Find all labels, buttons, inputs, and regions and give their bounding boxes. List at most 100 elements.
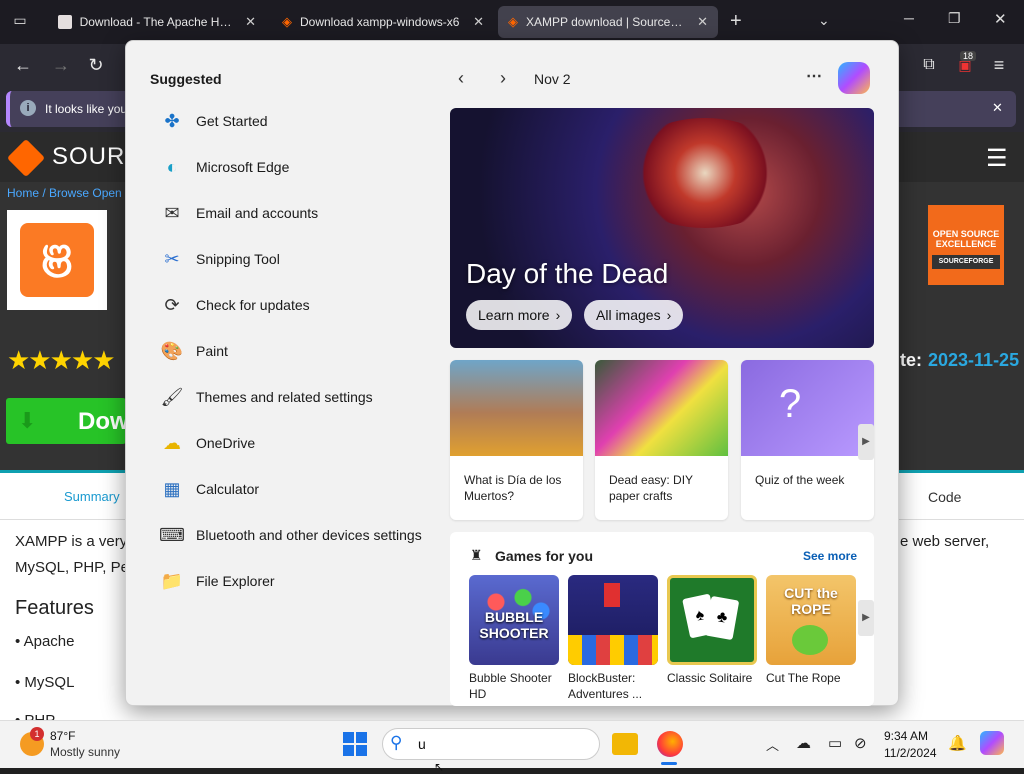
card-dia-de-los-muertos[interactable]: What is Día de los Muertos? — [450, 360, 583, 520]
extensions-icon[interactable]: ⧉ — [916, 52, 942, 78]
block-shape — [604, 583, 620, 607]
card-image — [595, 360, 728, 456]
paint-icon: 🎨 — [160, 340, 184, 361]
clock-time[interactable]: 9:34 AM — [884, 729, 928, 743]
clock-date[interactable]: 11/2/2024 — [884, 746, 937, 760]
weather-desc[interactable]: Mostly sunny — [50, 745, 120, 759]
page-icon — [58, 15, 72, 29]
tab-apache[interactable]: Download - The Apache HTTP ✕ — [48, 6, 266, 38]
sombrero-shape — [620, 118, 790, 228]
suggested-heading: Suggested — [150, 71, 222, 87]
project-logo: ଞ — [7, 210, 107, 310]
mail-icon: ✉ — [164, 202, 180, 223]
carousel-next-icon[interactable]: ▶ — [858, 424, 874, 460]
search-input[interactable]: u — [418, 736, 426, 752]
card-quiz[interactable]: ? Quiz of the week — [741, 360, 874, 520]
tab-sourceforge-active[interactable]: ◈ XAMPP download | SourceForg ✕ — [498, 6, 718, 38]
forward-icon[interactable]: → — [48, 52, 74, 78]
download-button[interactable]: ⬇ Dow — [6, 398, 129, 444]
edge-icon: ◐ — [166, 156, 178, 177]
suggested-bluetooth[interactable]: ⌨ Bluetooth and other devices settings — [159, 517, 422, 553]
download-icon: ⬇ — [18, 408, 37, 433]
suggested-file-explorer[interactable]: 📁 File Explorer — [160, 563, 275, 599]
search-icon: ⚲ — [390, 733, 403, 752]
close-window-icon[interactable]: ✕ — [994, 10, 1007, 28]
suggested-check-updates[interactable]: ⟳ Check for updates — [160, 287, 309, 323]
game-bubble-shooter[interactable]: BUBBLE SHOOTER — [469, 575, 559, 665]
xampp-logo-icon: ଞ — [20, 223, 94, 297]
close-tab-icon[interactable]: ✕ — [697, 14, 708, 30]
description-text-right: e web server, — [900, 533, 990, 550]
weather-temp[interactable]: 87°F — [50, 729, 75, 743]
breadcrumb[interactable]: Home / Browse Open S — [7, 186, 133, 200]
last-update-label: te: — [900, 350, 922, 370]
tab-xampp-download[interactable]: ◈ Download xampp-windows-x6 ✕ — [272, 6, 494, 38]
suggested-edge[interactable]: ◐ Microsoft Edge — [160, 149, 290, 185]
notification-bell-icon[interactable]: 🔔 — [948, 734, 967, 752]
chevron-right-icon[interactable]: › — [500, 68, 506, 89]
chevron-down-icon[interactable]: ⌄ — [818, 12, 830, 29]
minimize-icon[interactable]: ─ — [904, 10, 914, 26]
weather-alert-badge: 1 — [30, 727, 44, 741]
restore-icon[interactable]: ❐ — [948, 10, 961, 27]
windows-start-icon[interactable] — [343, 732, 367, 756]
firefox-taskbar-icon[interactable] — [657, 731, 683, 757]
chevron-up-icon[interactable]: ︿ — [766, 735, 779, 754]
menu-icon[interactable]: ≡ — [986, 52, 1012, 78]
display-icon[interactable]: ▭ — [828, 734, 842, 752]
devices-icon: ⌨ — [159, 524, 185, 545]
file-explorer-taskbar-icon[interactable] — [612, 733, 638, 755]
game-blockbuster[interactable] — [568, 575, 658, 665]
all-images-button[interactable]: All images › — [584, 300, 684, 330]
suggested-themes[interactable]: 🖌 Themes and related settings — [160, 379, 373, 415]
suggested-onedrive[interactable]: ☁ OneDrive — [160, 425, 255, 461]
games-next-icon[interactable]: ▶ — [858, 600, 874, 636]
suggested-calculator[interactable]: ▦ Calculator — [160, 471, 259, 507]
tab-summary[interactable]: Summary — [64, 489, 120, 504]
suggested-get-started[interactable]: ✤ Get Started — [160, 103, 267, 139]
badge-count: 18 — [960, 51, 977, 61]
more-options-icon[interactable]: ⋯ — [806, 66, 822, 86]
new-tab-icon[interactable]: + — [730, 10, 742, 33]
close-notice-icon[interactable]: ✕ — [992, 100, 1003, 116]
start-quad — [356, 745, 367, 756]
info-icon: i — [20, 100, 36, 116]
game-cut-the-rope[interactable]: CUT the ROPE — [766, 575, 856, 665]
sourceforge-icon: ◈ — [508, 14, 518, 29]
om-nom-shape — [792, 625, 828, 655]
games-heading: Games for you — [495, 548, 594, 564]
suggested-paint[interactable]: 🎨 Paint — [160, 333, 228, 369]
card-paper-crafts[interactable]: Dead easy: DIY paper crafts — [595, 360, 728, 520]
cloud-icon: ☁ — [163, 432, 181, 453]
copilot-taskbar-icon[interactable] — [980, 731, 1004, 755]
game-name: Cut The Rope — [766, 671, 841, 685]
reload-icon[interactable]: ↻ — [83, 52, 109, 78]
game-classic-solitaire[interactable]: ♠ ♣ — [667, 575, 757, 665]
tab-code[interactable]: Code — [928, 489, 961, 505]
suggested-email-accounts[interactable]: ✉ Email and accounts — [160, 195, 318, 231]
feature-item: • Apache — [15, 633, 75, 650]
chevron-left-icon[interactable]: ‹ — [458, 68, 464, 89]
spotlight-date: Nov 2 — [534, 71, 571, 87]
game-name: BlockBuster: Adventures ... — [568, 671, 643, 701]
close-tab-icon[interactable]: ✕ — [473, 14, 484, 30]
learn-more-button[interactable]: Learn more › — [466, 300, 573, 330]
game-name: Bubble Shooter HD — [469, 671, 552, 701]
notice-text: It looks like you — [45, 102, 128, 116]
start-quad — [343, 732, 354, 743]
description-text: XAMPP is a very — [15, 533, 128, 550]
taskbar-search-box[interactable] — [382, 728, 600, 760]
close-tab-icon[interactable]: ✕ — [245, 14, 256, 30]
question-icon: ? — [779, 382, 802, 426]
suggested-snipping-tool[interactable]: ✂ Snipping Tool — [160, 241, 279, 277]
see-more-link[interactable]: See more — [803, 549, 857, 563]
hamburger-icon[interactable]: ☰ — [986, 144, 1008, 173]
feature-item: • MySQL — [15, 674, 75, 691]
cloud-offline-icon[interactable]: ☁ — [796, 734, 811, 752]
back-icon[interactable]: ← — [10, 52, 36, 78]
tab-list-icon[interactable]: ▭ — [10, 12, 30, 32]
copilot-icon[interactable] — [838, 62, 870, 94]
description-text-2: MySQL, PHP, Pe — [15, 559, 129, 576]
oss-excellence-badge: OPEN SOURCE EXCELLENCE SOURCEFORGE — [928, 205, 1004, 285]
network-icon[interactable]: ⊘ — [854, 734, 867, 752]
